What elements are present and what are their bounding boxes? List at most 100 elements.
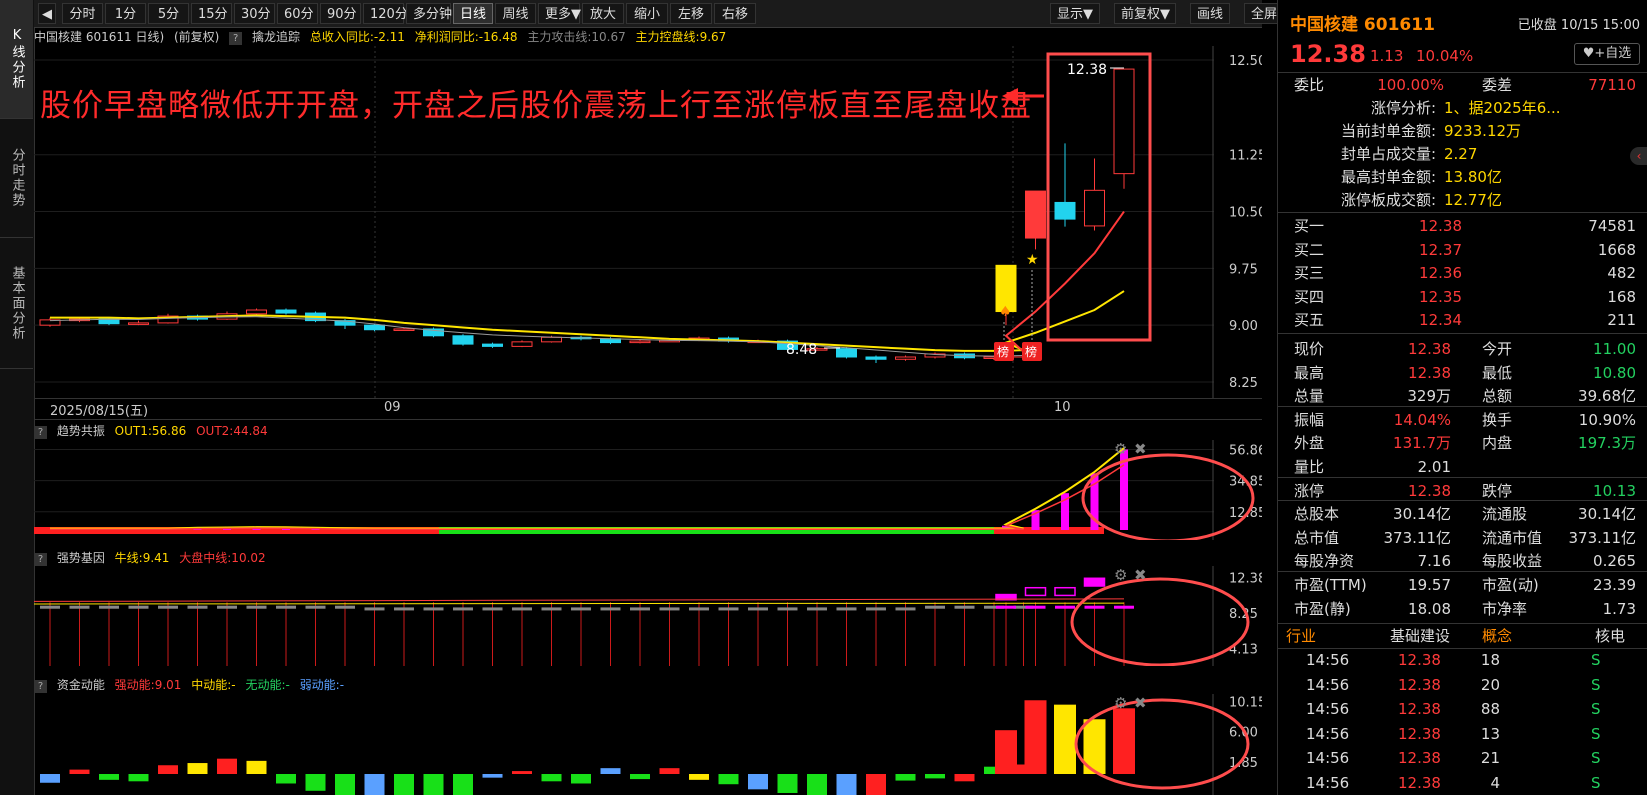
stat-label: 量比 xyxy=(1294,458,1325,476)
momentum-bar xyxy=(659,768,680,774)
tick-time: 14:56 xyxy=(1306,675,1350,694)
stat-row: 量比 2.01 xyxy=(1278,455,1647,479)
period-button[interactable]: 多分钟 xyxy=(406,3,452,24)
bid-price: 12.38 xyxy=(1419,217,1462,235)
candle-body[interactable] xyxy=(511,341,533,347)
price-tick-label: 12.50 xyxy=(1229,54,1262,69)
tab-kline-analysis[interactable]: K线分析 xyxy=(0,0,33,119)
settings-gear-icon[interactable]: ⚙ xyxy=(1114,566,1127,584)
period-button[interactable]: 60分 xyxy=(277,3,318,24)
sub2-mark xyxy=(187,605,208,609)
tick-price: 12.38 xyxy=(1398,675,1441,694)
industry-value[interactable]: 基础建设 xyxy=(1390,624,1450,648)
candle-body[interactable] xyxy=(452,335,474,345)
limit-info-value: 9233.12万 xyxy=(1444,122,1522,140)
close-panel-icon[interactable]: ✖ xyxy=(1134,694,1147,712)
tab-intraday[interactable]: 分时走势 xyxy=(0,119,33,238)
tick-price: 12.38 xyxy=(1398,700,1441,718)
settings-gear-icon[interactable]: ⚙ xyxy=(1114,694,1127,712)
period-button[interactable]: 左移 xyxy=(670,3,712,24)
tick-volume: 21 xyxy=(1480,749,1500,767)
concept-value[interactable]: 核电 xyxy=(1595,624,1625,648)
tab-fundamentals[interactable]: 基本面分析 xyxy=(0,238,33,369)
candle-body[interactable] xyxy=(482,343,503,347)
price-tick-label: 10.50 xyxy=(1229,206,1262,221)
tick-price: 12.38 xyxy=(1398,651,1441,669)
stat-label: 外盘 xyxy=(1294,434,1325,453)
period-button[interactable]: 分时 xyxy=(62,3,103,24)
period-button[interactable]: 右移 xyxy=(714,3,756,24)
period-button[interactable]: 120分 xyxy=(363,3,408,24)
period-button[interactable]: 更多▼ xyxy=(538,3,581,24)
add-watchlist-button[interactable]: ♥+自选 xyxy=(1574,43,1640,65)
candle-body[interactable] xyxy=(1113,68,1135,175)
sub2-mark xyxy=(453,607,473,611)
period-button[interactable]: 放大 xyxy=(582,3,624,24)
stat-label: 市盈(静) xyxy=(1294,599,1351,618)
tick-price: 12.38 xyxy=(1398,749,1441,767)
period-button[interactable]: 5分 xyxy=(148,3,189,24)
sub2-tick-label: 12.38 xyxy=(1229,572,1262,587)
sub2-mark xyxy=(866,607,886,611)
market-mid-line xyxy=(34,598,1125,602)
tick-row: 14:56 12.38 18 S xyxy=(1278,648,1647,672)
limit-info-value: 2.27 xyxy=(1444,145,1478,163)
bid-label: 买二 xyxy=(1294,240,1325,259)
tick-side: S xyxy=(1591,675,1601,694)
close-panel-icon[interactable]: ✖ xyxy=(1134,566,1147,584)
candle-body[interactable] xyxy=(895,356,916,360)
high-price-label: 12.38 xyxy=(1067,62,1107,78)
candle-body[interactable] xyxy=(128,322,149,325)
candle-body[interactable] xyxy=(541,336,562,343)
candle-body[interactable] xyxy=(393,328,415,331)
sub2-mark xyxy=(996,605,1016,609)
price-change-pct: 10.04% xyxy=(1416,47,1474,65)
help-icon[interactable]: ? xyxy=(34,426,47,439)
stat-label: 总量 xyxy=(1294,387,1325,406)
sidebar-toggle-icon[interactable]: ◀ xyxy=(38,3,56,24)
settings-gear-icon[interactable]: ⚙ xyxy=(1114,440,1127,458)
period-button[interactable]: 15分 xyxy=(191,3,232,24)
candle-body[interactable] xyxy=(364,324,385,331)
strong-gene-chart[interactable]: 12.388.254.13⚙✖ xyxy=(34,566,1262,666)
stat-value: 10.13 xyxy=(1593,481,1636,500)
toolbar-right-button[interactable]: 显示▼ xyxy=(1050,3,1100,24)
stat-value: 23.39 xyxy=(1593,576,1636,594)
period-button[interactable]: 周线 xyxy=(495,3,536,24)
stat-value: 2.01 xyxy=(1417,458,1451,476)
toolbar-right-button[interactable]: 画线 xyxy=(1190,3,1230,24)
sub1-name: 趋势共振 xyxy=(56,424,105,438)
stat-row: 总量 329万 总额 39.68亿 xyxy=(1278,384,1647,408)
fund-momentum-chart[interactable]: 10.156.001.85⚙✖ xyxy=(34,694,1262,795)
candle-body[interactable] xyxy=(1025,190,1046,239)
candle-body[interactable] xyxy=(246,309,267,315)
toolbar-right-button[interactable]: 前复权▼ xyxy=(1114,3,1176,24)
candle-body[interactable] xyxy=(836,348,857,358)
limit-info-value: 1、据2025年6... xyxy=(1444,99,1561,117)
momentum-bar xyxy=(748,774,768,790)
candle-body[interactable] xyxy=(275,309,297,314)
stat-label: 振幅 xyxy=(1294,410,1325,429)
candle-body[interactable] xyxy=(629,340,651,344)
candle-body[interactable] xyxy=(1084,189,1105,227)
period-button[interactable]: 30分 xyxy=(234,3,275,24)
trend-resonance-chart[interactable]: 56.8634.8512.85⚙✖ xyxy=(34,440,1262,540)
sub2-mark xyxy=(718,607,739,611)
sub2-mark xyxy=(777,607,798,611)
help-icon[interactable]: ? xyxy=(34,553,47,566)
candle-body[interactable] xyxy=(865,356,887,360)
tick-time: 14:56 xyxy=(1306,724,1350,743)
price-tick-label: 11.25 xyxy=(1229,149,1262,164)
sub1-tick-label: 56.86 xyxy=(1229,443,1262,458)
help-icon[interactable]: ? xyxy=(229,32,243,45)
stat-row: 最高 12.38 最低 10.80 xyxy=(1278,361,1647,385)
candle-body[interactable] xyxy=(1054,201,1076,220)
momentum-bar xyxy=(40,774,60,783)
period-button[interactable]: 缩小 xyxy=(626,3,668,24)
help-icon[interactable]: ? xyxy=(34,680,47,693)
close-panel-icon[interactable]: ✖ xyxy=(1134,440,1147,458)
period-button[interactable]: 日线 xyxy=(453,3,493,24)
period-button[interactable]: 90分 xyxy=(320,3,361,24)
collapse-arrow-icon[interactable]: ‹ xyxy=(1630,147,1647,165)
period-button[interactable]: 1分 xyxy=(105,3,146,24)
